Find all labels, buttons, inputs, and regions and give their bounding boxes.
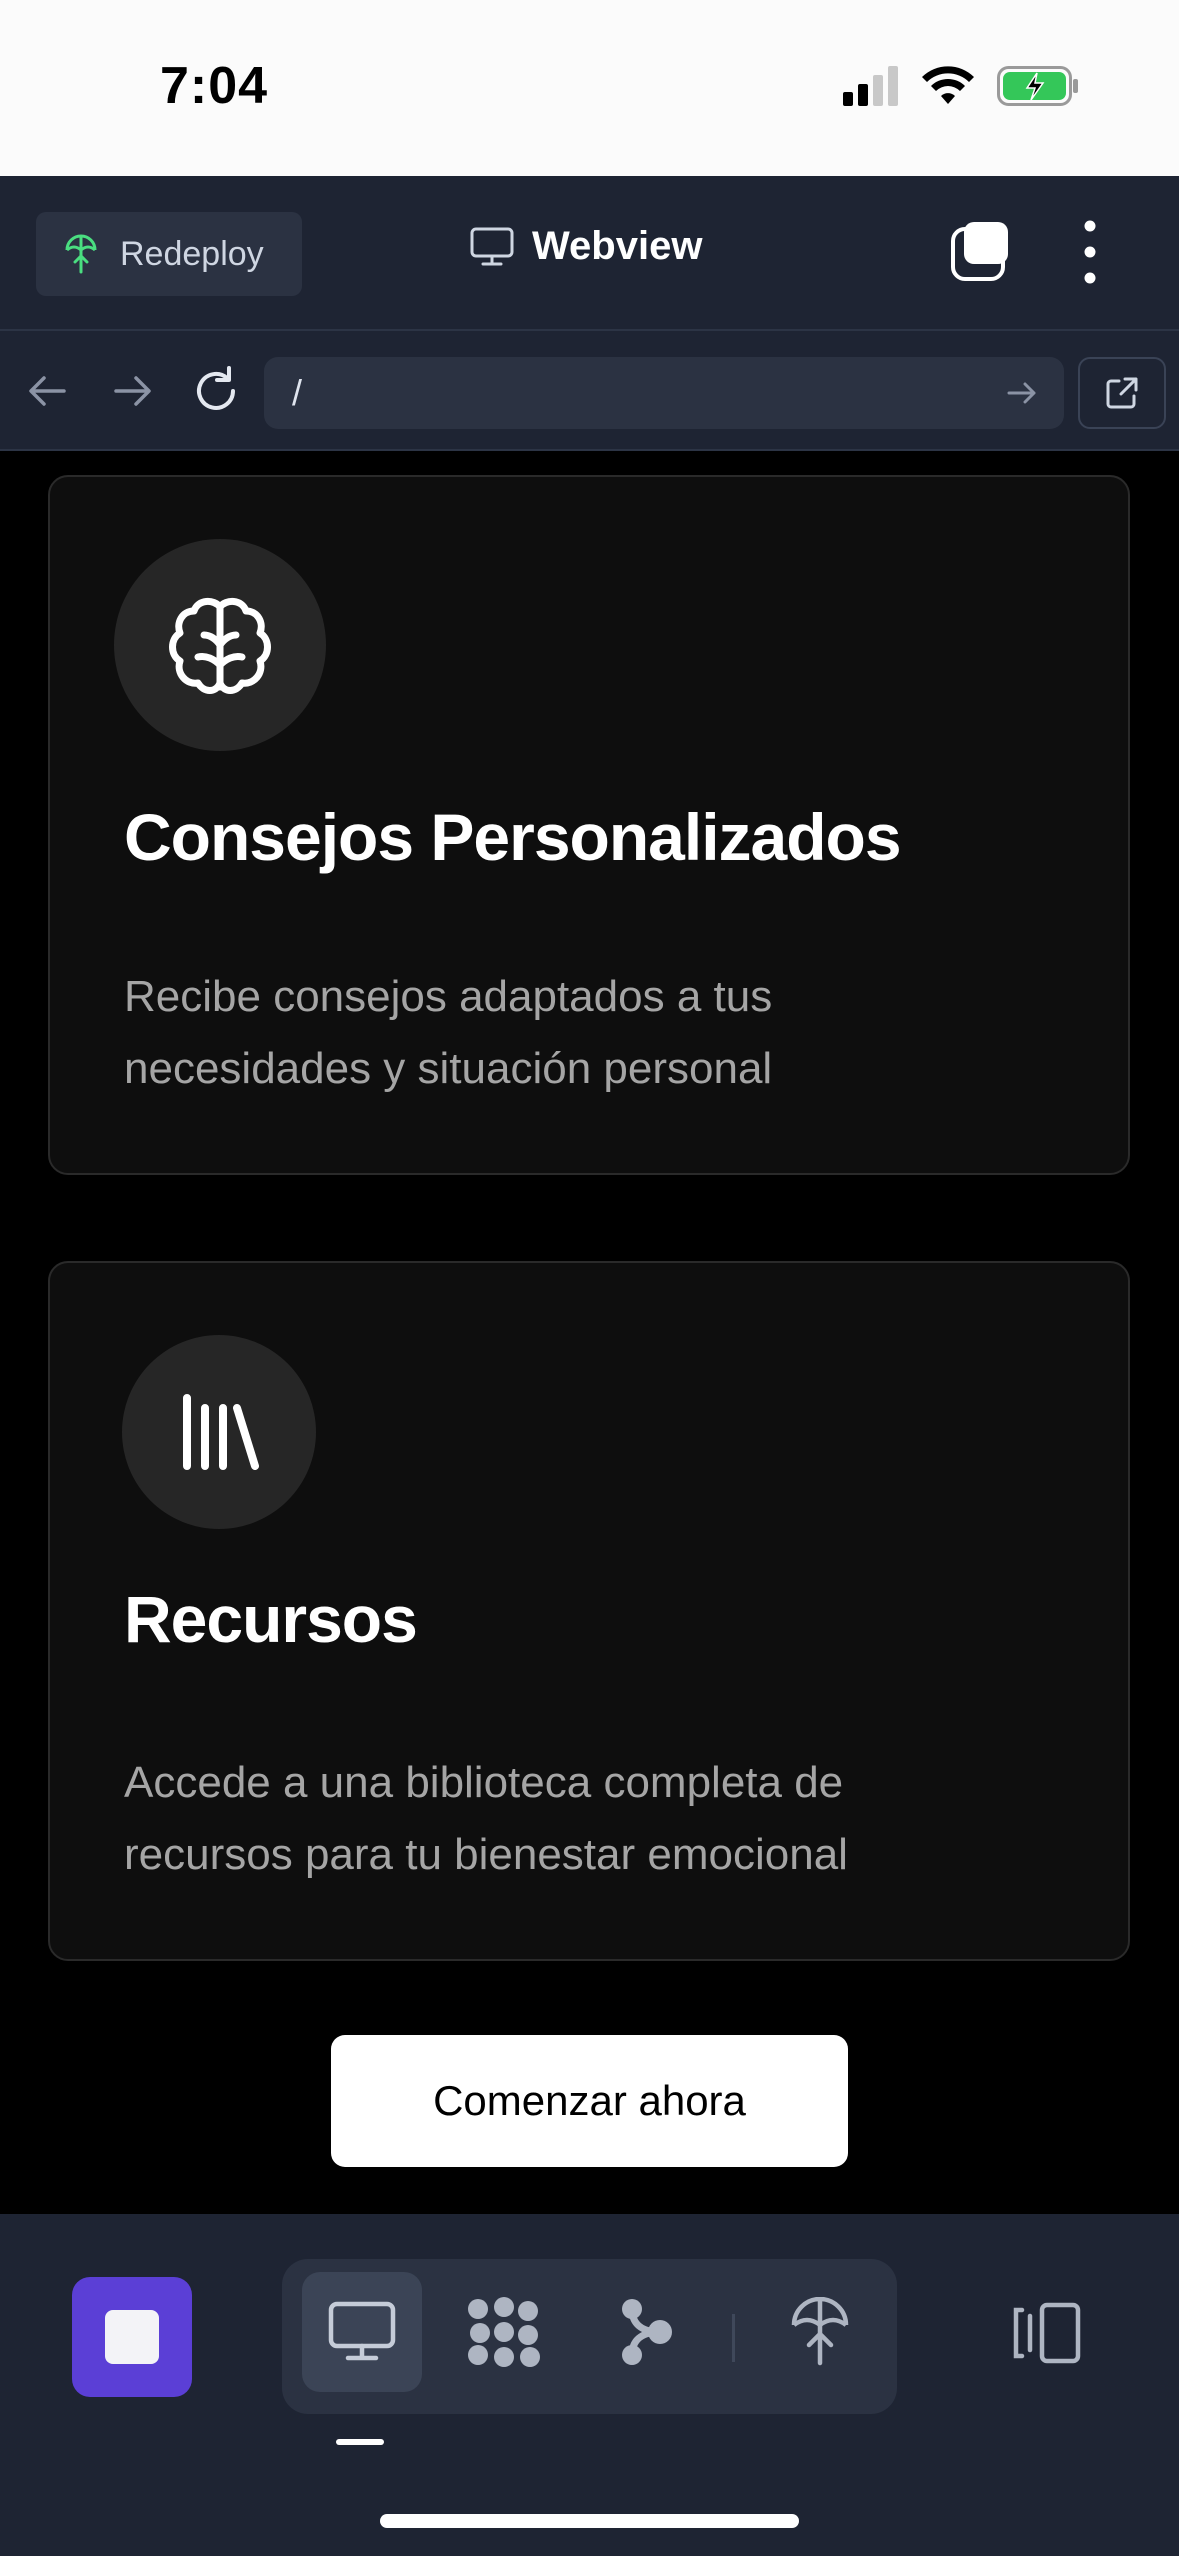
more-vertical-icon[interactable] — [1070, 216, 1110, 288]
deploy-icon — [65, 234, 97, 274]
status-bar: 7:04 — [0, 0, 1179, 176]
library-icon-circle — [122, 1335, 316, 1529]
tool-deploy[interactable] — [760, 2272, 880, 2392]
bottom-toolbar — [0, 2214, 1179, 2556]
tabs-icon[interactable] — [950, 220, 1012, 282]
feature-card-recursos: Recursos Accede a una biblioteca complet… — [48, 1261, 1130, 1961]
tool-separator — [732, 2314, 735, 2362]
battery-charging-icon — [997, 66, 1078, 106]
card-title: Recursos — [124, 1582, 418, 1656]
branch-icon — [622, 2299, 672, 2365]
back-arrow-icon[interactable] — [18, 361, 78, 421]
tool-branch[interactable] — [586, 2272, 706, 2392]
cellular-signal-icon — [843, 66, 898, 106]
library-icon — [183, 1394, 259, 1470]
webview-title: Webview — [470, 224, 702, 269]
tool-webview[interactable] — [302, 2272, 422, 2392]
webview-title-label: Webview — [532, 224, 703, 268]
open-external-button[interactable] — [1078, 357, 1166, 429]
browser-nav-bar: / — [0, 331, 1179, 451]
webview-content: Consejos Personalizados Recibe consejos … — [0, 451, 1179, 2214]
redeploy-label: Redeploy — [120, 234, 264, 273]
tool-group — [282, 2259, 897, 2414]
card-description: Recibe consejos adaptados a tus necesida… — [124, 972, 773, 1093]
dots-grid-icon — [468, 2297, 540, 2367]
card-title: Consejos Personalizados — [124, 800, 902, 874]
feature-card-consejos: Consejos Personalizados Recibe consejos … — [48, 475, 1130, 1175]
wifi-icon — [922, 66, 974, 104]
go-arrow-icon[interactable] — [1002, 373, 1042, 413]
forward-arrow-icon[interactable] — [102, 361, 162, 421]
external-link-icon — [1106, 377, 1138, 409]
redeploy-button[interactable]: Redeploy — [36, 212, 302, 296]
brain-icon — [169, 598, 271, 694]
status-time: 7:04 — [160, 57, 269, 115]
monitor-icon — [328, 2301, 396, 2361]
tool-grid[interactable] — [444, 2272, 564, 2392]
home-indicator — [380, 2514, 799, 2528]
reload-icon[interactable] — [186, 361, 246, 421]
start-now-button[interactable]: Comenzar ahora — [331, 2035, 848, 2167]
url-input[interactable]: / — [264, 357, 1064, 429]
brain-icon-circle — [114, 539, 326, 751]
card-description: Accede a una biblioteca completa de recu… — [124, 1758, 848, 1879]
device-toggle-icon[interactable] — [1010, 2302, 1082, 2364]
monitor-icon — [470, 227, 514, 265]
app-top-bar: Redeploy Webview — [0, 176, 1179, 331]
url-text: / — [292, 372, 303, 413]
stop-icon — [105, 2310, 159, 2364]
status-icons — [843, 66, 1079, 106]
deploy-icon — [791, 2297, 849, 2366]
stop-button[interactable] — [72, 2277, 192, 2397]
active-tool-indicator — [336, 2439, 384, 2445]
